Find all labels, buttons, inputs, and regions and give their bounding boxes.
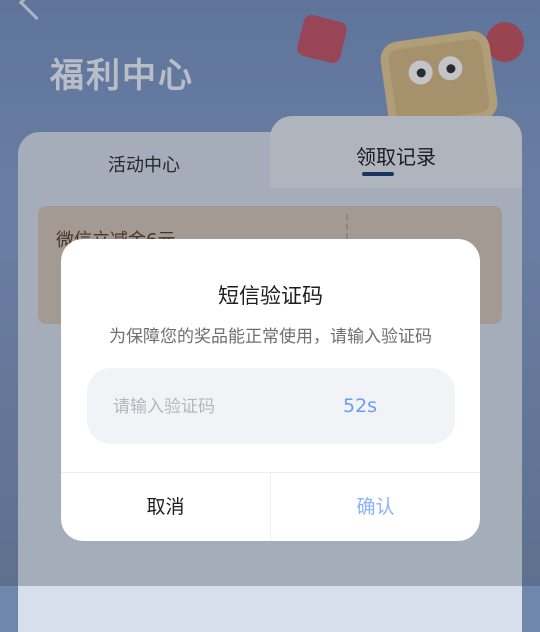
resend-countdown: 52s bbox=[343, 395, 378, 417]
cancel-button[interactable]: 取消 bbox=[61, 473, 270, 541]
confirm-button[interactable]: 确认 bbox=[271, 473, 480, 541]
dialog-description: 为保障您的奖品能正常使用，请输入验证码 bbox=[109, 327, 432, 347]
dialog-title: 短信验证码 bbox=[218, 284, 323, 308]
verification-code-field: 52s bbox=[87, 368, 455, 446]
verification-code-input[interactable] bbox=[111, 368, 305, 446]
sms-verification-dialog: 短信验证码 为保障您的奖品能正常使用，请输入验证码 52s 取消 确认 bbox=[61, 239, 480, 541]
